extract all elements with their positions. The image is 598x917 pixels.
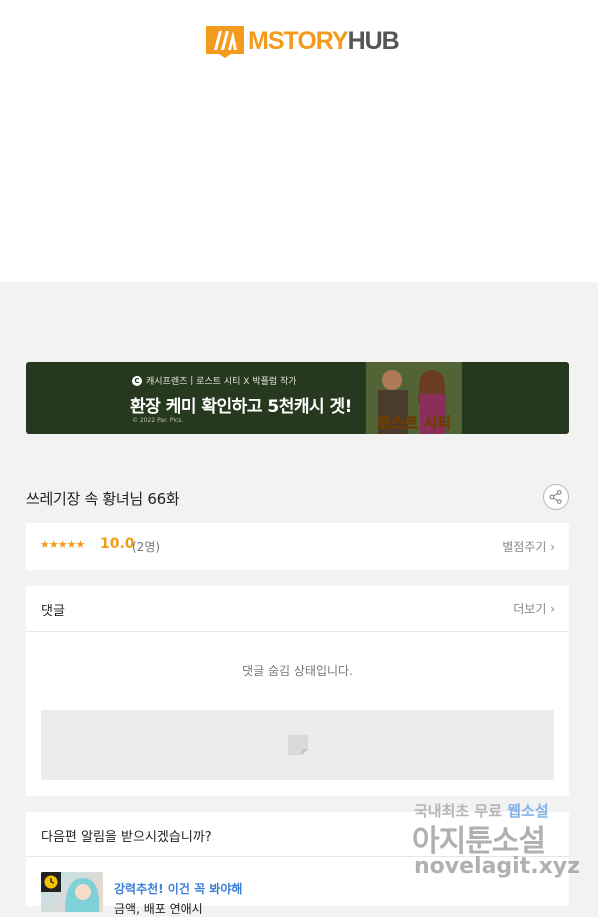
image-placeholder-icon [288, 735, 308, 755]
episode-title-row: 쓰레기장 속 황녀님 66화 [26, 484, 569, 512]
ad-placeholder [41, 710, 554, 780]
comments-more-link[interactable]: 더보기 › [513, 600, 555, 617]
character-thumbnail-image [65, 878, 100, 912]
rating-count: (2명) [132, 540, 161, 554]
mstoryhub-logo[interactable]: MSTORYHUB [206, 24, 400, 58]
recommend-subtitle: 금액, 배포 연애시 [114, 902, 203, 916]
banner-tagline-row: C 캐시프렌즈 | 로스트 시티 X 박플럼 작가 [132, 374, 297, 387]
logo-text: MSTORYHUB [248, 27, 400, 55]
top-area: MSTORYHUB [0, 0, 598, 282]
rating-stars: ★★★★★ [40, 538, 85, 551]
episode-title: 쓰레기장 속 황녀님 66화 [26, 490, 180, 508]
movie-poster-image: 로스트 시티 [366, 362, 462, 434]
cashfriends-icon: C [132, 375, 142, 386]
logo-mark-icon [206, 26, 244, 58]
banner-divider: | [187, 375, 197, 386]
ad-banner[interactable]: C 캐시프렌즈 | 로스트 시티 X 박플럼 작가 환장 케미 확인하고 5천캐… [26, 362, 569, 434]
recommend-label[interactable]: 강력추천! 이건 꼭 봐야해 [114, 880, 242, 897]
recommend-thumbnail[interactable] [41, 872, 103, 912]
next-alert-header: 다음편 알림을 받으시겠습니까? [26, 812, 569, 857]
comments-hidden-message: 댓글 숨김 상태입니다. [242, 664, 353, 678]
banner-brand: 캐시프렌즈 [146, 377, 188, 387]
banner-copyright: © 2022 Par. Pics. [132, 417, 184, 424]
rating-card: ★★★★★ 10.0 (2명) 별점주기 › [26, 523, 569, 570]
rate-button[interactable]: 별점주기 › [502, 538, 555, 555]
next-alert-title: 다음편 알림을 받으시겠습니까? [41, 830, 212, 845]
share-button-icon[interactable] [543, 484, 569, 510]
comments-header: 댓글 더보기 › [26, 586, 569, 632]
rating-score: 10.0 [100, 536, 135, 552]
comments-title: 댓글 [41, 604, 65, 619]
clock-icon [41, 872, 61, 892]
comments-card: 댓글 더보기 › 댓글 숨김 상태입니다. [26, 586, 569, 796]
next-episode-alert-card: 다음편 알림을 받으시겠습니까? 강력추천! 이건 꼭 봐야해 금액, 배포 연… [26, 812, 569, 916]
banner-headline: 환장 케미 확인하고 5천캐시 겟! [130, 397, 352, 417]
banner-tagline: 로스트 시티 X 박플럼 작가 [196, 377, 297, 387]
poster-title: 로스트 시티 [377, 414, 451, 432]
